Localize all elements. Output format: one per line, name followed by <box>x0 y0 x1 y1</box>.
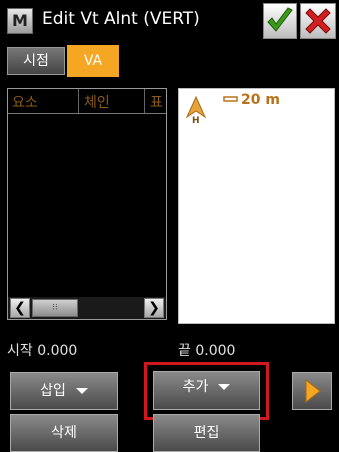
start-station: 시작 0.000 <box>7 343 78 359</box>
end-station: 끝 0.000 <box>178 343 236 359</box>
app-menu-icon[interactable]: M <box>7 8 33 34</box>
scale-bar-icon <box>223 96 238 102</box>
element-list[interactable]: 요소 체인 표 ❮ ⁝⁝ ❯ <box>7 88 167 320</box>
tab-start-point[interactable]: 시점 <box>7 47 65 75</box>
column-header-element[interactable]: 요소 <box>12 92 38 112</box>
column-header-chain[interactable]: 체인 <box>84 92 110 112</box>
close-x-icon <box>305 8 331 34</box>
chevron-down-icon <box>75 388 88 394</box>
horizontal-scrollbar[interactable]: ❮ ⁝⁝ ❯ <box>8 297 166 319</box>
close-button[interactable] <box>300 3 336 39</box>
title-bar: M Edit Vt Alnt (VERT) <box>0 0 339 44</box>
ok-button[interactable] <box>263 3 297 39</box>
alignment-graph[interactable]: H 20 m <box>178 88 335 324</box>
scroll-left-arrow-icon[interactable]: ❮ <box>10 298 30 318</box>
north-marker-letter: H <box>192 116 200 123</box>
edit-button[interactable]: 편집 <box>153 414 260 452</box>
insert-button[interactable]: 삽입 <box>10 372 118 410</box>
play-arrow-icon <box>305 378 321 404</box>
next-page-button[interactable] <box>292 372 332 410</box>
scale-label: 20 m <box>241 92 280 108</box>
checkmark-icon <box>267 7 293 32</box>
scroll-right-arrow-icon[interactable]: ❯ <box>144 298 164 318</box>
column-header-3[interactable]: 표 <box>150 92 163 112</box>
delete-button[interactable]: 삭제 <box>10 414 118 452</box>
scrollbar-thumb[interactable]: ⁝⁝ <box>32 299 78 317</box>
insert-button-label: 삽입 <box>40 383 66 399</box>
add-button[interactable]: 추가 <box>153 371 260 410</box>
tab-va[interactable]: VA <box>67 45 119 77</box>
north-arrow-icon: H <box>185 95 207 123</box>
chevron-down-icon <box>218 384 231 390</box>
add-button-label: 추가 <box>182 379 209 395</box>
window-title: Edit Vt Alnt (VERT) <box>42 9 200 29</box>
